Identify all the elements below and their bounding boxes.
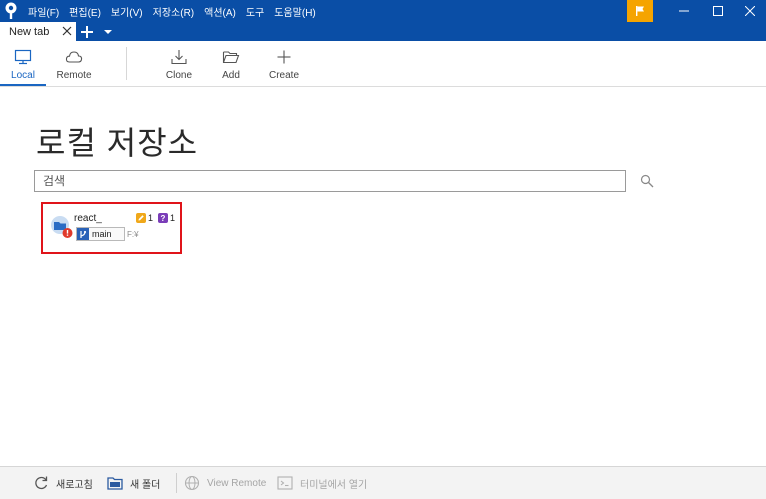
sourcetree-logo-icon [5, 2, 17, 19]
modified-files-badge: 1 [136, 213, 153, 223]
plus-icon [277, 50, 291, 64]
toolbar: Local Remote Clone Add Create [0, 41, 766, 87]
new-folder-button[interactable]: 새 폴더 [107, 467, 160, 499]
create-button[interactable]: Create [264, 41, 304, 86]
globe-icon [184, 475, 200, 491]
new-folder-icon [107, 477, 123, 490]
menu-repository[interactable]: 저장소(R) [153, 4, 194, 19]
close-window-button[interactable] [732, 0, 766, 22]
view-remote-label: View Remote [207, 477, 267, 489]
search-input[interactable] [43, 173, 603, 189]
folder-open-icon [222, 51, 240, 64]
refresh-label: 새로고침 [56, 479, 93, 491]
monitor-icon [14, 49, 32, 65]
clone-label: Clone [165, 70, 193, 81]
menu-actions[interactable]: 액션(A) [204, 4, 236, 19]
menu-bar: 파일(F) 편집(E) 보기(V) 저장소(R) 액션(A) 도구 도움말(H) [28, 0, 326, 22]
maximize-icon [713, 6, 723, 16]
tab-list-chevron-down-icon[interactable] [104, 28, 112, 36]
menu-view[interactable]: 보기(V) [111, 4, 143, 19]
notifications-button[interactable] [627, 0, 653, 22]
download-tray-icon [171, 50, 187, 65]
title-bar: 파일(F) 편집(E) 보기(V) 저장소(R) 액션(A) 도구 도움말(H) [0, 0, 766, 22]
tab-label: New tab [9, 25, 50, 38]
minimize-button[interactable] [666, 0, 702, 22]
question-mark-icon: ? [158, 213, 168, 223]
clone-button[interactable]: Clone [158, 41, 200, 86]
page-title: 로컬 저장소 [36, 125, 199, 161]
new-tab-plus-icon[interactable] [79, 24, 95, 40]
open-in-terminal-button[interactable]: 터미널에서 열기 [277, 467, 367, 499]
untracked-files-badge: ? 1 [158, 213, 175, 223]
add-label: Add [222, 70, 240, 81]
local-button[interactable]: Local [0, 41, 46, 86]
flag-icon [636, 6, 644, 16]
local-label: Local [11, 70, 35, 81]
minimize-icon [679, 10, 689, 12]
bottom-bar: 새로고침 새 폴더 View Remote 터미널에서 열기 [0, 466, 766, 499]
refresh-button[interactable]: 새로고침 [33, 467, 93, 499]
refresh-icon [35, 476, 48, 490]
menu-help[interactable]: 도움말(H) [274, 4, 315, 19]
repository-item[interactable]: react_ 1 ? 1 main F:¥ [41, 202, 182, 254]
close-icon [745, 6, 755, 16]
repository-path-hint: F:¥ [127, 230, 139, 239]
menu-file[interactable]: 파일(F) [28, 4, 59, 19]
view-remote-button[interactable]: View Remote [184, 467, 266, 499]
add-button[interactable]: Add [212, 41, 250, 86]
create-label: Create [268, 70, 299, 81]
cloud-icon [65, 51, 83, 63]
tab-close-icon[interactable] [62, 26, 72, 36]
modified-count: 1 [148, 213, 154, 223]
remote-label: Remote [56, 70, 92, 81]
repository-icon [51, 216, 73, 238]
search-icon[interactable] [640, 174, 654, 188]
new-folder-label: 새 폴더 [130, 479, 161, 491]
menu-tools[interactable]: 도구 [246, 4, 264, 19]
tab-new-tab[interactable]: New tab [0, 22, 76, 41]
repository-name: react_ [74, 213, 102, 224]
maximize-button[interactable] [700, 0, 736, 22]
branch-icon [77, 228, 89, 240]
untracked-count: 1 [170, 213, 176, 223]
pencil-icon [136, 213, 146, 223]
bottom-bar-divider [176, 473, 177, 493]
tab-bar: New tab [0, 22, 766, 41]
branch-name: main [92, 229, 112, 239]
branch-tag: main [76, 227, 125, 241]
search-box [34, 170, 654, 192]
menu-edit[interactable]: 편집(E) [69, 4, 101, 19]
remote-button[interactable]: Remote [50, 41, 98, 86]
terminal-icon [277, 476, 293, 490]
toolbar-divider [126, 47, 127, 80]
open-in-terminal-label: 터미널에서 열기 [300, 479, 368, 491]
